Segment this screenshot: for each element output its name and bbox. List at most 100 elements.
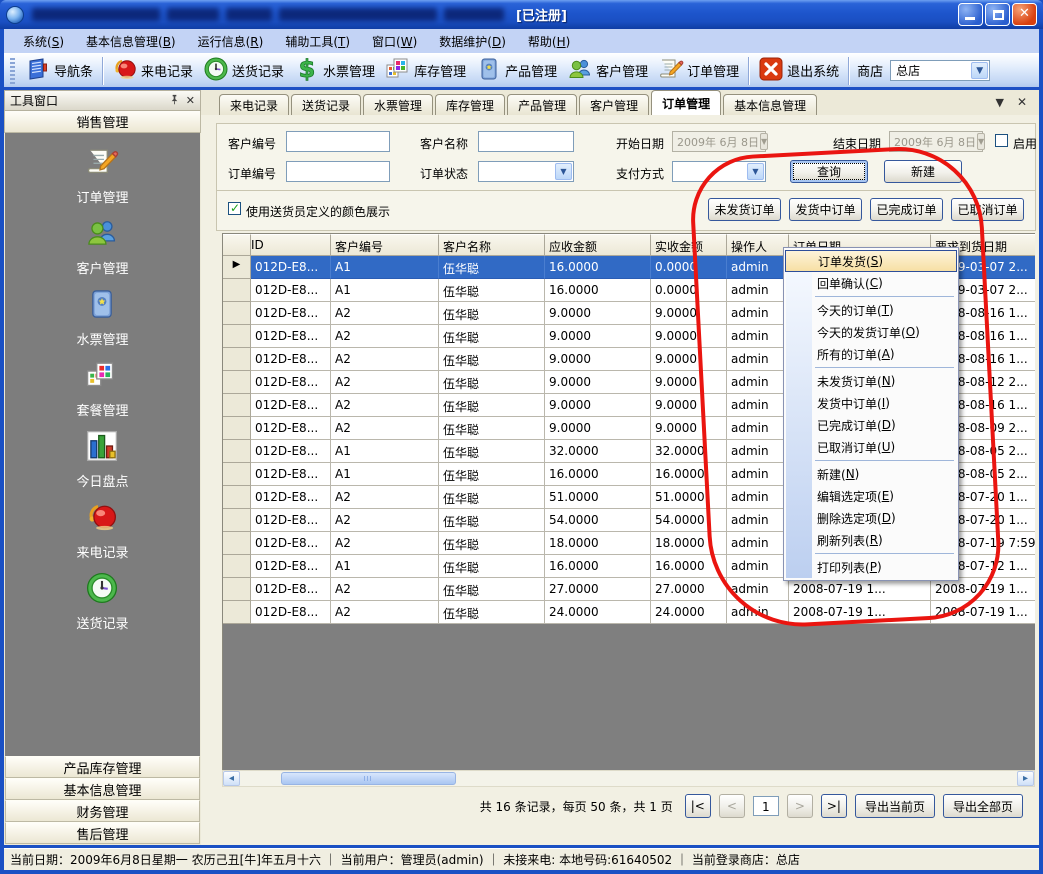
row-selector-cell[interactable]: [223, 555, 251, 578]
export-all-pages-button[interactable]: 导出全部页: [943, 794, 1023, 818]
pay-method-combobox[interactable]: ▼: [672, 161, 766, 182]
sidebar-section-基本信息管理[interactable]: 基本信息管理: [5, 778, 200, 800]
sidebar-item-客户管理[interactable]: 客户管理: [76, 216, 128, 277]
context-menu-item-发货中订单(I)[interactable]: 发货中订单(I): [785, 392, 957, 414]
cancelled-orders-button[interactable]: 已取消订单: [951, 198, 1024, 221]
tab-基本信息管理[interactable]: 基本信息管理: [723, 94, 817, 115]
column-header-操作人[interactable]: 操作人: [727, 234, 789, 256]
context-menu-item-刷新列表(R)[interactable]: 刷新列表(R): [785, 529, 957, 551]
toolbar-button-6[interactable]: 产品管理: [471, 55, 562, 87]
context-menu-item-今天的订单(T)[interactable]: 今天的订单(T): [785, 299, 957, 321]
context-menu-item-已取消订单(U)[interactable]: 已取消订单(U): [785, 436, 957, 458]
sidebar-section-产品库存管理[interactable]: 产品库存管理: [5, 756, 200, 778]
column-header-客户编号[interactable]: 客户编号: [331, 234, 439, 256]
horizontal-scrollbar[interactable]: ◂ ▸: [222, 770, 1035, 787]
unshipped-orders-button[interactable]: 未发货订单: [708, 198, 781, 221]
table-row[interactable]: 012D-E8...A2伍华聪27.000027.0000admin2008-0…: [223, 578, 1035, 601]
menubar-item[interactable]: 运行信息(R): [187, 30, 275, 53]
menubar-item[interactable]: 系统(S): [12, 30, 75, 53]
table-row[interactable]: 012D-E8...A2伍华聪24.000024.0000admin2008-0…: [223, 601, 1035, 624]
enable-checkbox[interactable]: [995, 134, 1008, 147]
order-no-input[interactable]: [286, 161, 390, 182]
column-header-应收金额[interactable]: 应收金额: [545, 234, 651, 256]
customer-name-input[interactable]: [478, 131, 574, 152]
context-menu-item-删除选定项(D)[interactable]: 删除选定项(D): [785, 507, 957, 529]
maximize-button[interactable]: [985, 3, 1010, 26]
export-current-page-button[interactable]: 导出当前页: [855, 794, 935, 818]
tab-送货记录[interactable]: 送货记录: [291, 94, 361, 115]
scroll-right-icon[interactable]: ▸: [1017, 771, 1034, 786]
menubar-item[interactable]: 窗口(W): [361, 30, 428, 53]
context-menu-item-回单确认(C)[interactable]: 回单确认(C): [785, 272, 957, 294]
row-selector-cell[interactable]: [223, 371, 251, 394]
new-button[interactable]: 新建: [884, 160, 962, 183]
tab-close-icon[interactable]: ✕: [1017, 95, 1027, 109]
scroll-left-icon[interactable]: ◂: [223, 771, 240, 786]
column-header-实收金额[interactable]: 实收金额: [651, 234, 727, 256]
order-state-combobox[interactable]: ▼: [478, 161, 574, 182]
row-selector-cell[interactable]: [223, 302, 251, 325]
toolbar-button-3[interactable]: 送货记录: [198, 55, 289, 87]
toolbar-button-2[interactable]: 来电记录: [107, 55, 198, 87]
color-checkbox[interactable]: [228, 202, 241, 215]
context-menu-item-今天的发货订单(O)[interactable]: 今天的发货订单(O): [785, 321, 957, 343]
toolbar-button-1[interactable]: 导航条: [20, 55, 98, 87]
customer-no-input[interactable]: [286, 131, 390, 152]
sidebar-item-水票管理[interactable]: 水票管理: [76, 287, 128, 348]
query-button[interactable]: 查询: [790, 160, 868, 183]
context-menu-item-已完成订单(D)[interactable]: 已完成订单(D): [785, 414, 957, 436]
sidebar-section-售后管理[interactable]: 售后管理: [5, 822, 200, 844]
toolbar-button-5[interactable]: 库存管理: [380, 55, 471, 87]
row-selector-cell[interactable]: [223, 417, 251, 440]
first-page-button[interactable]: |<: [685, 794, 711, 818]
sidebar-item-来电记录[interactable]: 来电记录: [76, 500, 128, 561]
sidebar-item-套餐管理[interactable]: 套餐管理: [76, 358, 128, 419]
tab-水票管理[interactable]: 水票管理: [363, 94, 433, 115]
menubar-item[interactable]: 帮助(H): [517, 30, 581, 53]
pin-icon[interactable]: [169, 94, 180, 107]
row-selector-cell[interactable]: [223, 348, 251, 371]
column-header-ID[interactable]: ID: [251, 234, 331, 256]
tab-来电记录[interactable]: 来电记录: [219, 94, 289, 115]
sidebar-item-订单管理[interactable]: 订单管理: [76, 145, 128, 206]
tab-库存管理[interactable]: 库存管理: [435, 94, 505, 115]
context-menu-item-订单发货(S)[interactable]: 订单发货(S): [785, 250, 957, 272]
context-menu-item-编辑选定项(E)[interactable]: 编辑选定项(E): [785, 485, 957, 507]
context-menu-item-新建(N)[interactable]: 新建(N): [785, 463, 957, 485]
next-page-button[interactable]: >: [787, 794, 813, 818]
sidebar-section-财务管理[interactable]: 财务管理: [5, 800, 200, 822]
sidebar-section-sales[interactable]: 销售管理: [4, 111, 201, 133]
tab-订单管理[interactable]: 订单管理: [651, 90, 721, 115]
row-selector-cell[interactable]: [223, 440, 251, 463]
row-selector-cell[interactable]: ▶: [223, 256, 251, 279]
column-header-客户名称[interactable]: 客户名称: [439, 234, 545, 256]
toolbar-button-9[interactable]: 退出系统: [753, 55, 844, 87]
page-number-input[interactable]: 1: [753, 796, 779, 816]
shipping-orders-button[interactable]: 发货中订单: [789, 198, 862, 221]
last-page-button[interactable]: >|: [821, 794, 847, 818]
toolbar-button-7[interactable]: 客户管理: [562, 55, 653, 87]
context-menu-item-未发货订单(N)[interactable]: 未发货订单(N): [785, 370, 957, 392]
tab-产品管理[interactable]: 产品管理: [507, 94, 577, 115]
tab-scroll-icon[interactable]: ▼: [995, 96, 1003, 109]
menubar-item[interactable]: 基本信息管理(B): [75, 30, 187, 53]
chevron-down-icon[interactable]: ▼: [971, 62, 988, 79]
row-selector-cell[interactable]: [223, 532, 251, 555]
toolbar-button-8[interactable]: 订单管理: [653, 55, 744, 87]
minimize-button[interactable]: [958, 3, 983, 26]
start-date-picker[interactable]: 2009年 6月 8日 ▼: [672, 131, 766, 152]
row-selector-cell[interactable]: [223, 394, 251, 417]
prev-page-button[interactable]: <: [719, 794, 745, 818]
shop-combobox[interactable]: 总店 ▼: [890, 60, 990, 81]
sidebar-item-送货记录[interactable]: 送货记录: [76, 571, 128, 632]
end-date-picker[interactable]: 2009年 6月 8日 ▼: [889, 131, 983, 152]
menubar-item[interactable]: 辅助工具(T): [274, 30, 361, 53]
tab-客户管理[interactable]: 客户管理: [579, 94, 649, 115]
menubar-item[interactable]: 数据维护(D): [428, 30, 517, 53]
toolbar-button-4[interactable]: $水票管理: [289, 55, 380, 87]
row-selector-cell[interactable]: [223, 486, 251, 509]
close-panel-icon[interactable]: ✕: [186, 95, 195, 106]
row-selector-cell[interactable]: [223, 601, 251, 624]
context-menu-item-打印列表(P)[interactable]: 打印列表(P): [785, 556, 957, 578]
row-selector-cell[interactable]: [223, 509, 251, 532]
